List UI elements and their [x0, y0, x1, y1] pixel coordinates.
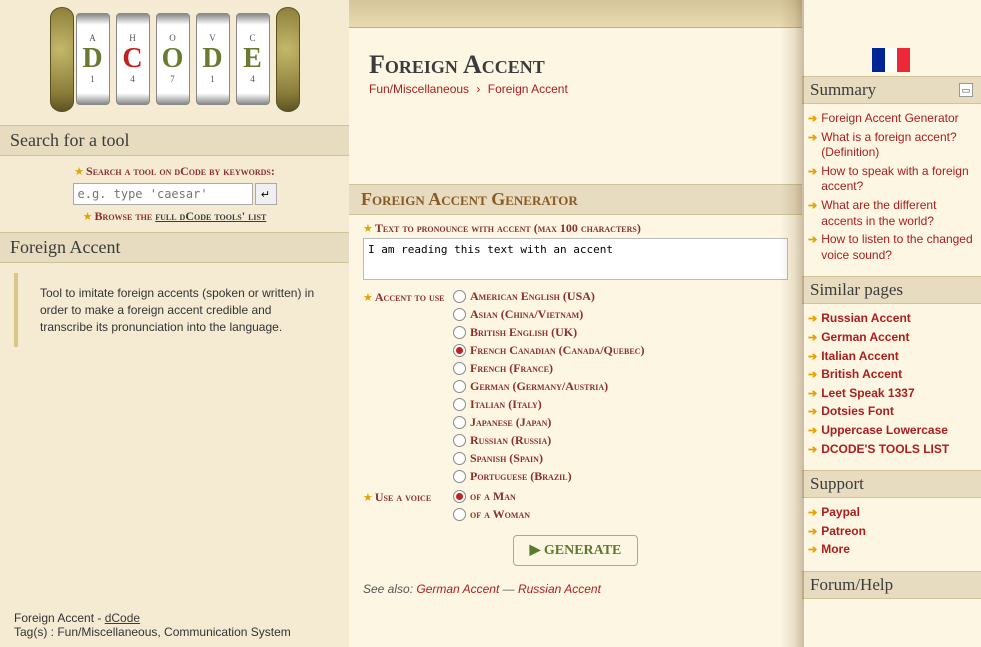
paper-top-edge	[349, 0, 802, 28]
browse-label: Browse the	[95, 209, 156, 223]
see-also-link[interactable]: German Accent	[416, 582, 499, 596]
search-label: Search a tool on dCode by keywords:	[86, 164, 275, 178]
sidebar-link[interactable]: How to listen to the changed voice sound…	[821, 232, 975, 263]
accent-radio[interactable]	[453, 290, 466, 303]
sidebar-link[interactable]: German Accent	[821, 330, 909, 346]
accent-option-label[interactable]: German (Germany/Austria)	[470, 379, 608, 394]
text-input[interactable]	[363, 238, 788, 280]
footer-tags: Tag(s) : Fun/Miscellaneous, Communicatio…	[14, 625, 335, 639]
right-column: Summary ▭ ➔ Foreign Accent Generator ➔ What …	[802, 0, 981, 647]
main-column: Foreign Accent Fun/Miscellaneous › Forei…	[349, 0, 802, 647]
accent-option-label[interactable]: Italian (Italy)	[470, 397, 542, 412]
accent-radio[interactable]	[453, 380, 466, 393]
sidebar-link[interactable]: Foreign Accent Generator	[821, 111, 958, 127]
arrow-icon: ➔	[808, 387, 817, 401]
arrow-icon: ➔	[808, 525, 817, 539]
forum-heading: Forum/Help	[810, 575, 893, 595]
arrow-icon: ➔	[808, 331, 817, 345]
generator-heading: Foreign Accent Generator	[349, 184, 802, 215]
sidebar-link[interactable]: More	[821, 542, 850, 558]
star-icon: ★	[363, 292, 373, 304]
accent-radio[interactable]	[453, 398, 466, 411]
search-input[interactable]	[73, 183, 253, 205]
sidebar-link[interactable]: Dotsies Font	[821, 404, 894, 420]
accent-option-label[interactable]: British English (UK)	[470, 325, 577, 340]
accent-radio[interactable]	[453, 308, 466, 321]
collapse-icon[interactable]: ▭	[959, 83, 973, 97]
france-flag-icon[interactable]	[872, 48, 910, 72]
sidebar-link[interactable]: Russian Accent	[821, 311, 911, 327]
summary-heading: Summary	[810, 80, 876, 100]
similar-heading: Similar pages	[810, 280, 903, 300]
sidebar-link[interactable]: Patreon	[821, 524, 866, 540]
logo[interactable]: AD1HC4OO7VD1CE4	[0, 0, 349, 125]
sidebar-link[interactable]: Paypal	[821, 505, 860, 521]
sidebar-link[interactable]: What is a foreign accent? (Definition)	[821, 130, 975, 161]
sidebar-link[interactable]: Italian Accent	[821, 349, 899, 365]
foreign-accent-heading: Foreign Accent	[0, 232, 349, 263]
star-icon: ★	[363, 223, 373, 235]
voice-option-label[interactable]: of a Woman	[470, 507, 530, 522]
accent-radio[interactable]	[453, 452, 466, 465]
arrow-icon: ➔	[808, 405, 817, 419]
accent-field-label: Accent to use	[375, 290, 445, 304]
sidebar-link[interactable]: Leet Speak 1337	[821, 386, 914, 402]
sidebar-link[interactable]: British Accent	[821, 367, 902, 383]
arrow-icon: ➔	[808, 112, 817, 126]
breadcrumb: Fun/Miscellaneous › Foreign Accent	[349, 82, 802, 104]
see-also-link[interactable]: Russian Accent	[518, 582, 601, 596]
star-icon: ★	[74, 166, 84, 178]
arrow-icon: ➔	[808, 350, 817, 364]
arrow-icon: ➔	[808, 424, 817, 438]
search-heading: Search for a tool	[0, 125, 349, 156]
voice-radio[interactable]	[453, 490, 466, 503]
accent-option-label[interactable]: French Canadian (Canada/Quebec)	[470, 343, 644, 358]
accent-radio[interactable]	[453, 416, 466, 429]
arrow-icon: ➔	[808, 506, 817, 520]
accent-radio[interactable]	[453, 344, 466, 357]
chevron-right-icon: ›	[476, 82, 480, 96]
arrow-icon: ➔	[808, 233, 817, 247]
voice-field-label: Use a voice	[375, 490, 431, 504]
page-title: Foreign Accent	[349, 28, 802, 82]
generate-button[interactable]: GENERATE	[513, 535, 639, 566]
arrow-icon: ➔	[808, 199, 817, 213]
accent-radio[interactable]	[453, 470, 466, 483]
arrow-icon: ➔	[808, 443, 817, 457]
arrow-icon: ➔	[808, 543, 817, 557]
left-column: AD1HC4OO7VD1CE4 Search for a tool ★Searc…	[0, 0, 349, 647]
arrow-icon: ➔	[808, 368, 817, 382]
breadcrumb-category[interactable]: Fun/Miscellaneous	[369, 82, 469, 96]
accent-option-label[interactable]: Russian (Russia)	[470, 433, 551, 448]
accent-option-label[interactable]: French (France)	[470, 361, 553, 376]
star-icon: ★	[363, 492, 373, 504]
browse-link[interactable]: full dCode tools' list	[155, 209, 266, 223]
support-heading: Support	[810, 474, 864, 494]
arrow-icon: ➔	[808, 312, 817, 326]
footer-tool-name: Foreign Accent -	[14, 611, 105, 625]
search-button[interactable]: ↵	[255, 183, 277, 205]
sidebar-link[interactable]: How to speak with a foreign accent?	[821, 164, 975, 195]
accent-option-label[interactable]: Portuguese (Brazil)	[470, 469, 572, 484]
voice-option-label[interactable]: of a Man	[470, 489, 516, 504]
footer-dcode-link[interactable]: dCode	[105, 611, 140, 625]
accent-option-label[interactable]: Japanese (Japan)	[470, 415, 551, 430]
voice-radio[interactable]	[453, 508, 466, 521]
see-also-label: See also:	[363, 582, 416, 596]
arrow-icon: ➔	[808, 131, 817, 145]
accent-option-label[interactable]: Asian (China/Vietnam)	[470, 307, 583, 322]
arrow-icon: ➔	[808, 165, 817, 179]
accent-radio[interactable]	[453, 326, 466, 339]
breadcrumb-current[interactable]: Foreign Accent	[488, 82, 568, 96]
tool-description: Tool to imitate foreign accents (spoken …	[14, 273, 335, 347]
accent-option-label[interactable]: American English (USA)	[470, 289, 595, 304]
accent-radio[interactable]	[453, 362, 466, 375]
text-field-label: Text to pronounce with accent (max 100 c…	[375, 221, 641, 235]
star-icon: ★	[83, 211, 93, 223]
accent-radio[interactable]	[453, 434, 466, 447]
sidebar-link[interactable]: What are the different accents in the wo…	[821, 198, 975, 229]
accent-option-label[interactable]: Spanish (Spain)	[470, 451, 543, 466]
sidebar-link[interactable]: DCODE'S TOOLS LIST	[821, 442, 949, 458]
sidebar-link[interactable]: Uppercase Lowercase	[821, 423, 948, 439]
